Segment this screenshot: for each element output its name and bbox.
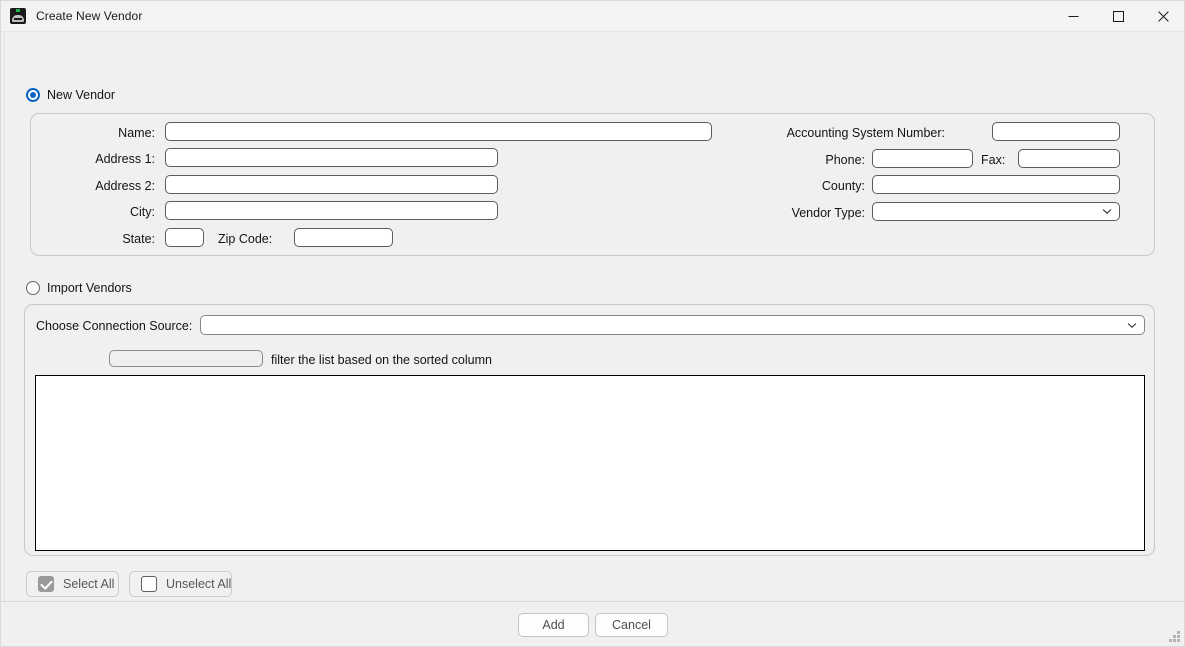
select-all-label: Select All xyxy=(63,577,115,591)
unselect-all-checkbox-icon xyxy=(141,576,157,592)
accounting-system-number-input[interactable] xyxy=(992,122,1120,141)
label-accounting-system-number: Accounting System Number: xyxy=(786,126,945,140)
label-state: State: xyxy=(122,232,155,246)
filter-hint-label: filter the list based on the sorted colu… xyxy=(271,353,492,367)
chevron-down-icon xyxy=(1102,207,1112,217)
unselect-all-button[interactable]: Unselect All xyxy=(129,571,232,597)
address1-input[interactable] xyxy=(165,148,498,167)
unselect-all-label: Unselect All xyxy=(166,577,232,591)
vendor-type-select[interactable] xyxy=(872,202,1120,221)
label-address2: Address 2: xyxy=(95,179,155,193)
label-fax: Fax: xyxy=(981,153,1006,167)
maximize-icon[interactable] xyxy=(1096,1,1141,32)
connection-source-select[interactable] xyxy=(200,315,1145,335)
state-input[interactable] xyxy=(165,228,204,247)
close-icon[interactable] xyxy=(1141,1,1184,32)
resize-grip-icon[interactable] xyxy=(1168,630,1181,643)
select-all-checkbox-icon xyxy=(38,576,54,592)
label-zip-code: Zip Code: xyxy=(218,232,273,246)
add-button[interactable]: Add xyxy=(518,613,589,637)
radio-import-vendors-indicator xyxy=(26,281,40,295)
label-county: County: xyxy=(821,179,865,193)
title-bar: Create New Vendor xyxy=(1,1,1184,32)
label-address1: Address 1: xyxy=(95,152,155,166)
zip-code-input[interactable] xyxy=(294,228,393,247)
vendor-list-box[interactable] xyxy=(35,375,1145,551)
radio-new-vendor-indicator xyxy=(26,88,40,102)
window-controls xyxy=(1051,1,1184,32)
new-vendor-groupbox: Name: Address 1: Address 2: City: State:… xyxy=(30,113,1155,256)
label-vendor-type: Vendor Type: xyxy=(791,206,865,220)
minimize-icon[interactable] xyxy=(1051,1,1096,32)
label-name: Name: xyxy=(118,126,155,140)
background-window-edge xyxy=(1,32,5,646)
window-title: Create New Vendor xyxy=(36,9,143,23)
radio-new-vendor[interactable]: New Vendor xyxy=(26,88,115,102)
phone-input[interactable] xyxy=(872,149,973,168)
radio-new-vendor-label: New Vendor xyxy=(47,88,116,102)
fax-input[interactable] xyxy=(1018,149,1120,168)
name-input[interactable] xyxy=(165,122,712,141)
dialog-footer: Add Cancel xyxy=(1,602,1184,646)
vendor-app-icon xyxy=(10,8,26,24)
filter-input[interactable] xyxy=(109,350,263,367)
import-vendors-groupbox: Choose Connection Source: filter the lis… xyxy=(24,304,1155,556)
chevron-down-icon xyxy=(1127,320,1137,330)
radio-import-vendors-label: Import Vendors xyxy=(47,281,132,295)
radio-import-vendors[interactable]: Import Vendors xyxy=(26,281,132,295)
cancel-button[interactable]: Cancel xyxy=(595,613,668,637)
city-input[interactable] xyxy=(165,201,498,220)
select-all-button[interactable]: Select All xyxy=(26,571,119,597)
create-new-vendor-dialog: Create New Vendor New Vendor Name: Addre… xyxy=(0,0,1185,647)
label-city: City: xyxy=(130,205,155,219)
address2-input[interactable] xyxy=(165,175,498,194)
label-phone: Phone: xyxy=(825,153,865,167)
county-input[interactable] xyxy=(872,175,1120,194)
